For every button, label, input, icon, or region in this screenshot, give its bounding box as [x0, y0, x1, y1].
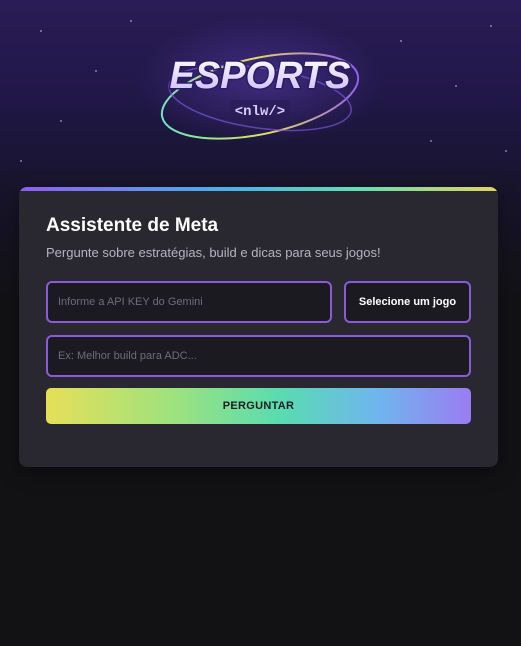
card-title: Assistente de Meta — [46, 215, 219, 236]
app-page: ESPORTS <nlw/> Assistente de Meta Pergun… — [0, 0, 521, 646]
question-input[interactable] — [46, 335, 471, 377]
esports-logo-graphic: ESPORTS <nlw/> — [160, 52, 360, 140]
logo-tag: <nlw/> — [235, 104, 285, 120]
card-subtitle: Pergunte sobre estratégias, build e dica… — [46, 245, 381, 260]
game-select-label: Selecione um jogo — [358, 296, 457, 308]
ask-button-label: PERGUNTAR — [222, 400, 295, 412]
logo-wordmark: ESPORTS — [170, 55, 351, 97]
api-key-input[interactable] — [46, 281, 332, 323]
meta-assistant-card: Assistente de Meta Pergunte sobre estrat… — [19, 187, 498, 467]
esports-logo: ESPORTS <nlw/> — [150, 28, 370, 158]
game-select[interactable]: Selecione um jogo — [344, 281, 471, 323]
ask-button[interactable]: PERGUNTAR — [46, 388, 471, 424]
card-accent-bar — [19, 187, 498, 191]
